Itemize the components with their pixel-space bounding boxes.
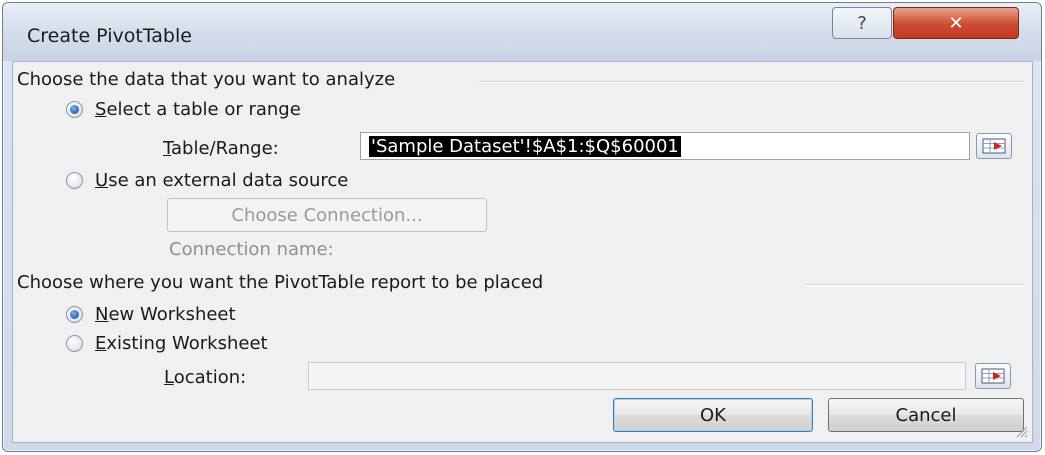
placement-group-divider	[805, 284, 1024, 286]
existing-worksheet-option[interactable]: Existing Worksheet	[66, 333, 268, 354]
resize-grip-icon[interactable]	[1014, 424, 1028, 438]
table-range-value: 'Sample Dataset'!$A$1:$Q$60001	[369, 136, 681, 157]
existing-worksheet-label: Existing Worksheet	[95, 333, 268, 354]
select-table-option[interactable]: Select a table or range	[66, 99, 301, 120]
range-select-icon	[981, 368, 1005, 384]
help-icon: ?	[857, 12, 867, 34]
external-source-radio[interactable]	[66, 172, 83, 189]
select-table-radio[interactable]	[66, 101, 83, 118]
location-label: Location:	[164, 367, 247, 388]
new-worksheet-option[interactable]: New Worksheet	[66, 304, 236, 325]
title-bar[interactable]: Create PivotTable ? ✕	[3, 3, 1041, 61]
cancel-button[interactable]: Cancel	[828, 398, 1024, 432]
ok-button[interactable]: OK	[613, 398, 813, 432]
select-table-label: Select a table or range	[95, 99, 301, 120]
existing-worksheet-radio[interactable]	[66, 335, 83, 352]
external-source-label: Use an external data source	[95, 170, 349, 191]
external-source-option[interactable]: Use an external data source	[66, 170, 348, 191]
connection-name-label: Connection name:	[169, 239, 334, 260]
table-range-label: Table/Range:	[163, 138, 279, 159]
close-icon: ✕	[948, 12, 964, 34]
choose-connection-button[interactable]: Choose Connection...	[167, 198, 487, 232]
new-worksheet-label: New Worksheet	[95, 304, 236, 325]
dialog-title: Create PivotTable	[27, 25, 192, 47]
table-range-select-button[interactable]	[976, 133, 1012, 159]
placement-group-label: Choose where you want the PivotTable rep…	[17, 272, 544, 293]
analyze-group-label: Choose the data that you want to analyze	[17, 69, 396, 90]
analyze-group-divider	[479, 81, 1024, 83]
location-input[interactable]	[308, 362, 966, 390]
help-button[interactable]: ?	[832, 7, 892, 39]
table-range-input[interactable]: 'Sample Dataset'!$A$1:$Q$60001	[360, 132, 970, 160]
create-pivottable-dialog: Create PivotTable ? ✕ Choose the data th…	[2, 2, 1042, 452]
dialog-body: Choose the data that you want to analyze…	[12, 61, 1033, 443]
location-select-button[interactable]	[975, 363, 1011, 389]
new-worksheet-radio[interactable]	[66, 306, 83, 323]
close-button[interactable]: ✕	[893, 7, 1019, 39]
range-select-icon	[982, 138, 1006, 154]
